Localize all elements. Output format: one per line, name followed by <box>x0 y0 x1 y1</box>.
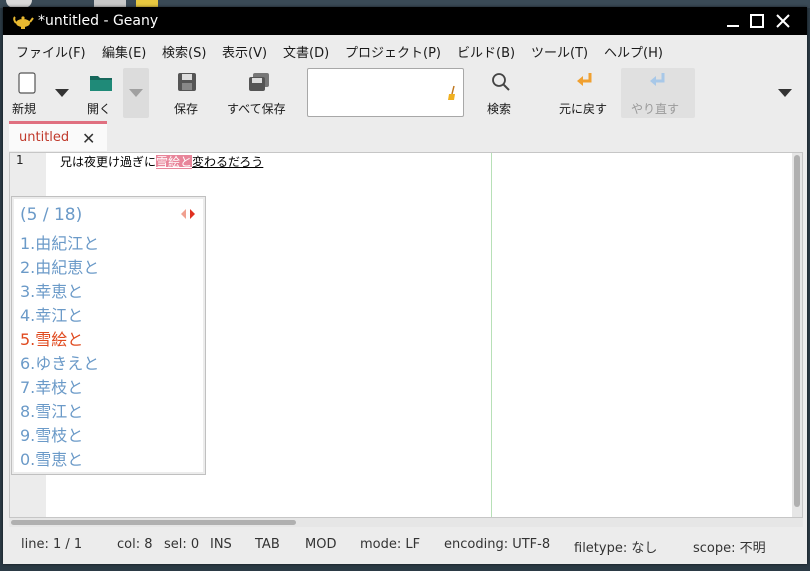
floppy-stack-icon <box>249 73 269 91</box>
menu-edit[interactable]: 編集(E) <box>102 42 146 61</box>
maximize-icon[interactable] <box>747 11 767 31</box>
chevron-down-icon <box>778 89 792 97</box>
search-label: 検索 <box>487 102 512 116</box>
vertical-scrollbar[interactable] <box>792 153 802 517</box>
menu-view[interactable]: 表示(V) <box>222 42 267 61</box>
minimize-icon[interactable] <box>723 11 743 31</box>
magnifier-icon <box>492 73 510 91</box>
folder-icon <box>90 76 112 91</box>
menu-project[interactable]: プロジェクト(P) <box>345 42 441 61</box>
candidate-page-indicator: (5 / 18) <box>20 205 83 225</box>
floppy-icon <box>178 73 196 91</box>
menu-help[interactable]: ヘルプ(H) <box>604 42 663 61</box>
status-line: line: 1 / 1 <box>21 537 83 552</box>
status-ins: INS <box>210 537 232 552</box>
undo-label: 元に戻す <box>559 102 608 116</box>
tab-untitled[interactable]: untitled ✕ <box>9 121 107 151</box>
close-tab-icon[interactable]: ✕ <box>82 129 95 148</box>
toolbar-overflow-button[interactable] <box>773 68 797 118</box>
candidate-item[interactable]: 9.雪枝と <box>20 422 83 446</box>
candidate-item[interactable]: 0.雪恵と <box>20 446 83 470</box>
save-all-label: すべて保存 <box>227 102 286 116</box>
status-encoding: encoding: UTF-8 <box>444 537 551 552</box>
new-document-icon <box>18 72 36 94</box>
preedit-highlight: 雪絵と <box>156 155 193 169</box>
new-dropdown-button[interactable] <box>51 68 73 118</box>
open-label: 開く <box>87 102 112 116</box>
menu-bar: ファイル(F) 編集(E) 検索(S) 表示(V) 文書(D) プロジェクト(P… <box>3 40 807 62</box>
status-mode: mode: LF <box>360 537 421 552</box>
candidate-item-selected[interactable]: 5.雪絵と <box>20 326 83 350</box>
menu-tools[interactable]: ツール(T) <box>531 42 588 61</box>
open-button[interactable]: 開く <box>83 68 119 118</box>
new-label: 新規 <box>12 102 37 116</box>
redo-label: やり直す <box>631 102 680 116</box>
new-button[interactable]: 新規 <box>9 68 45 118</box>
preedit-text: 変わるだろう <box>192 155 264 169</box>
window-title: *untitled - Geany <box>38 13 159 29</box>
status-mod: MOD <box>305 537 337 552</box>
toolbar: 新規 開く 保存 すべて保存 検索 元に戻す やり直す <box>3 66 807 121</box>
geany-window: *untitled - Geany ファイル(F) 編集(E) 検索(S) 表示… <box>3 7 807 564</box>
horizontal-scrollbar[interactable] <box>9 518 803 527</box>
search-input[interactable] <box>307 68 464 117</box>
horizontal-scrollbar-thumb[interactable] <box>11 520 296 525</box>
candidate-item[interactable]: 1.由紀江と <box>20 230 99 254</box>
redo-arrow-icon <box>650 73 665 86</box>
long-line-marker <box>491 153 492 517</box>
save-label: 保存 <box>174 102 199 116</box>
status-col: col: 8 <box>117 537 153 552</box>
menu-search[interactable]: 検索(S) <box>162 42 206 61</box>
candidate-item[interactable]: 6.ゆきえと <box>20 350 99 374</box>
tab-label: untitled <box>19 130 70 145</box>
status-tab: TAB <box>255 537 280 552</box>
chevron-down-icon <box>129 89 143 97</box>
candidate-item[interactable]: 8.雪江と <box>20 398 83 422</box>
text-before: 兄は夜更け過ぎに <box>60 155 157 169</box>
status-bar: line: 1 / 1 col: 8 sel: 0 INS TAB MOD mo… <box>3 530 807 560</box>
vertical-scrollbar-thumb[interactable] <box>794 155 800 507</box>
chevron-down-icon <box>55 89 69 97</box>
broom-icon[interactable] <box>447 85 457 101</box>
undo-button[interactable]: 元に戻す <box>555 68 615 118</box>
editor-text-line[interactable]: 兄は夜更け過ぎに雪絵と変わるだろう <box>60 153 263 170</box>
status-filetype: filetype: なし <box>574 541 658 556</box>
close-icon[interactable] <box>773 11 793 31</box>
candidate-item[interactable]: 4.幸江と <box>20 302 83 326</box>
menu-document[interactable]: 文書(D) <box>283 42 329 61</box>
tab-bar: untitled ✕ <box>3 121 807 151</box>
menu-build[interactable]: ビルド(B) <box>457 42 515 61</box>
redo-button[interactable]: やり直す <box>621 68 695 118</box>
line-number: 1 <box>16 153 24 167</box>
candidate-item[interactable]: 2.由紀恵と <box>20 254 99 278</box>
ime-candidate-window: (5 / 18) 1.由紀江と 2.由紀恵と 3.幸恵と 4.幸江と 5.雪絵と… <box>11 196 206 475</box>
candidate-item[interactable]: 3.幸恵と <box>20 278 83 302</box>
menu-file[interactable]: ファイル(F) <box>16 42 86 61</box>
save-all-button[interactable]: すべて保存 <box>225 68 293 118</box>
open-dropdown-button[interactable] <box>123 68 149 118</box>
title-bar[interactable]: *untitled - Geany <box>3 7 807 35</box>
undo-arrow-icon <box>577 73 592 86</box>
candidate-item[interactable]: 7.幸枝と <box>20 374 83 398</box>
geany-lamp-icon <box>13 16 34 29</box>
search-button[interactable]: 検索 <box>481 68 521 118</box>
save-button[interactable]: 保存 <box>169 68 205 118</box>
status-scope: scope: 不明 <box>693 541 766 556</box>
status-sel: sel: 0 <box>164 537 200 552</box>
candidate-page-arrows-icon[interactable] <box>180 208 196 220</box>
